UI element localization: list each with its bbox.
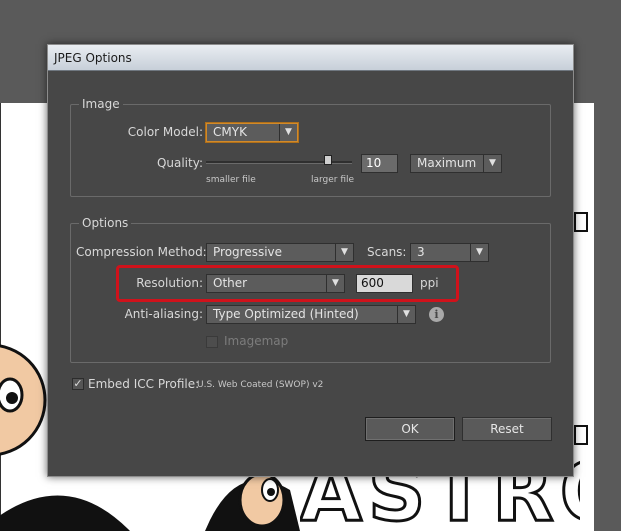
imagemap-checkbox[interactable]: [206, 336, 218, 348]
chevron-down-icon: ▼: [279, 124, 297, 141]
color-model-label: Color Model:: [127, 125, 203, 139]
image-group: Image Color Model: CMYK ▼ Quality: small…: [70, 97, 551, 197]
artwork-bracket-top: [574, 212, 588, 232]
anti-aliasing-select[interactable]: Type Optimized (Hinted) ▼: [206, 305, 416, 324]
smaller-file-label: smaller file: [206, 175, 256, 185]
scans-value: 3: [417, 245, 425, 259]
ok-button[interactable]: OK: [365, 417, 455, 441]
chevron-down-icon: ▼: [335, 244, 353, 261]
compression-method-label: Compression Method:: [76, 245, 207, 259]
dialog-titlebar[interactable]: JPEG Options: [48, 45, 573, 71]
icc-profile-name: U.S. Web Coated (SWOP) v2: [197, 380, 324, 390]
resolution-highlight-box: [116, 265, 459, 302]
quality-slider-thumb[interactable]: [323, 155, 332, 165]
compression-method-value: Progressive: [213, 245, 283, 259]
chevron-down-icon: ▼: [470, 244, 488, 261]
larger-file-label: larger file: [311, 175, 355, 185]
options-group-title: Options: [79, 216, 132, 230]
quality-input[interactable]: 10: [361, 154, 398, 173]
embed-icc-checkbox[interactable]: ✓: [72, 378, 84, 390]
color-model-select[interactable]: CMYK ▼: [206, 123, 298, 142]
image-group-title: Image: [79, 97, 123, 111]
info-icon[interactable]: i: [429, 307, 444, 322]
anti-aliasing-value: Type Optimized (Hinted): [213, 307, 359, 321]
anti-aliasing-label: Anti-aliasing:: [124, 307, 203, 321]
compression-method-select[interactable]: Progressive ▼: [206, 243, 354, 262]
dialog-title: JPEG Options: [54, 51, 132, 65]
chevron-down-icon: ▼: [483, 155, 501, 172]
quality-preset-value: Maximum: [417, 156, 477, 170]
jpeg-options-dialog: JPEG Options Image Color Model: CMYK ▼ Q…: [47, 44, 574, 477]
cancel-button[interactable]: Reset: [462, 417, 552, 441]
chevron-down-icon: ▼: [397, 306, 415, 323]
quality-label: Quality:: [156, 156, 203, 170]
scans-select[interactable]: 3 ▼: [410, 243, 489, 262]
color-model-value: CMYK: [213, 125, 247, 139]
artwork-bracket-bottom: [574, 425, 588, 445]
embed-icc-label: Embed ICC Profile:: [88, 377, 200, 391]
imagemap-label: Imagemap: [224, 334, 289, 348]
quality-preset-select[interactable]: Maximum ▼: [410, 154, 502, 173]
scans-label: Scans:: [367, 245, 407, 259]
